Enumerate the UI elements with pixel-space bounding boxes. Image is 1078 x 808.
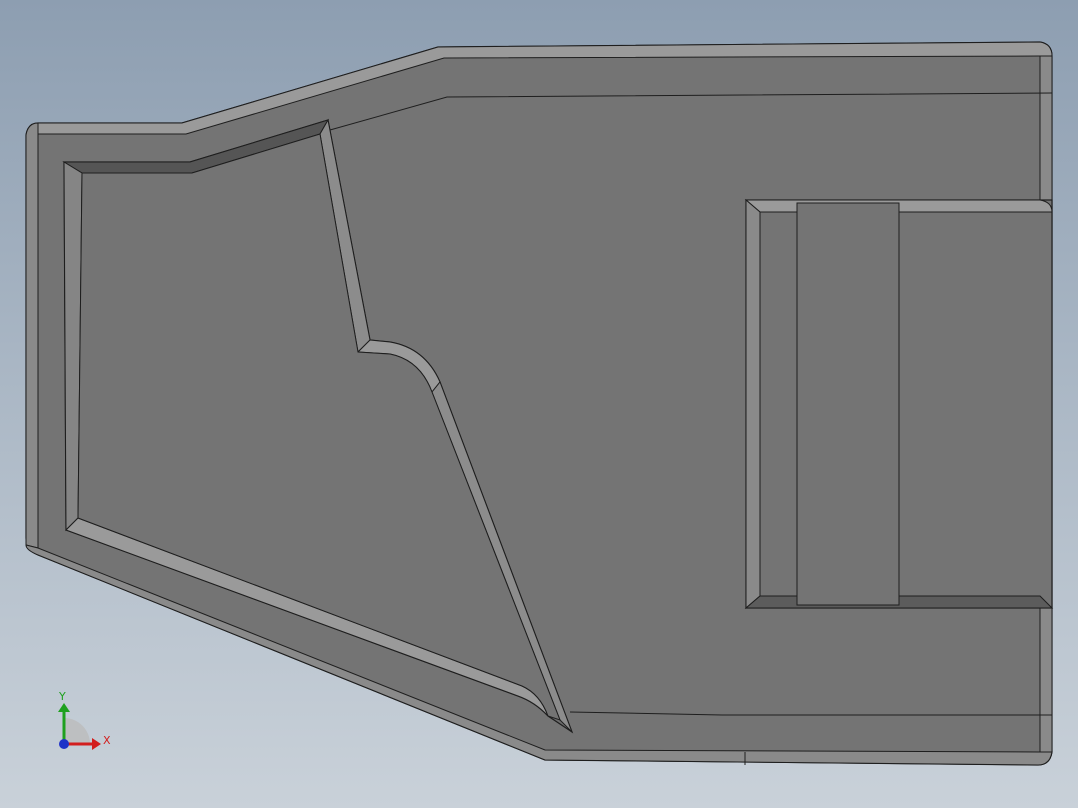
triad-x-arrow — [92, 738, 101, 750]
slot-left-bevel — [745, 198, 761, 610]
triad-y-arrow — [58, 703, 70, 712]
part-model[interactable]: X Y — [0, 0, 1078, 808]
3d-viewport[interactable]: X Y — [0, 0, 1078, 808]
triad-z-arc — [64, 718, 90, 744]
reference-triad: X Y — [58, 690, 111, 750]
outer-rim-left-bevel — [25, 122, 39, 549]
triad-x-label: X — [103, 734, 111, 747]
triad-y-label: Y — [58, 690, 66, 703]
slot-tab[interactable] — [796, 202, 900, 606]
triad-z-origin — [59, 739, 69, 749]
